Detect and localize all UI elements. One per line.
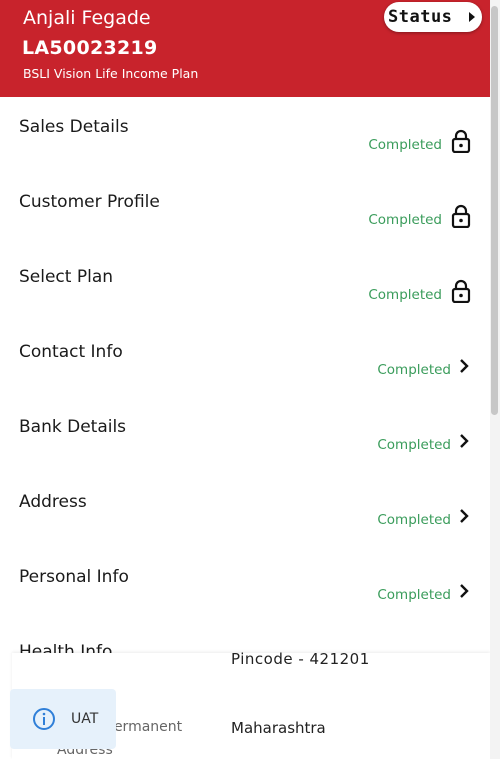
section-status: Completed [377,512,451,528]
environment-toast: UAT [10,689,116,749]
section-address[interactable]: Address Completed [0,472,490,547]
section-status: Completed [377,362,451,378]
scrollbar-thumb[interactable] [491,6,498,415]
info-icon [33,708,55,730]
chevron-right-icon [460,359,469,373]
header-bar: Anjali Fegade LA50023219 BSLI Vision Lif… [0,0,490,97]
section-title: Select Plan [19,267,114,287]
chevron-right-icon [460,509,469,523]
permanent-label: Permanent [106,719,183,735]
section-sales-details[interactable]: Sales Details Completed [0,97,490,172]
section-status: Completed [377,587,451,603]
section-personal-info[interactable]: Personal Info Completed [0,547,490,622]
section-status: Completed [368,212,442,228]
section-bank-details[interactable]: Bank Details Completed [0,397,490,472]
status-button-label: Status [388,7,453,27]
customer-name: Anjali Fegade [23,7,151,29]
pincode-value: Pincode - 421201 [231,650,370,668]
section-select-plan[interactable]: Select Plan Completed [0,247,490,322]
state-value: Maharashtra [231,719,326,737]
toast-text: UAT [71,711,99,727]
plan-name: BSLI Vision Life Income Plan [23,66,199,81]
section-title: Address [19,492,87,512]
section-title: Customer Profile [19,192,160,212]
section-status: Completed [368,137,442,153]
status-button[interactable]: Status [384,2,482,32]
section-status: Completed [368,287,442,303]
policy-number: LA50023219 [22,37,158,59]
section-title: Contact Info [19,342,123,362]
lock-icon [451,279,471,303]
section-title: Sales Details [19,117,129,137]
caret-right-icon [469,12,475,22]
section-status: Completed [377,437,451,453]
lock-icon [451,204,471,228]
chevron-right-icon [460,434,469,448]
chevron-right-icon [460,584,469,598]
section-contact-info[interactable]: Contact Info Completed [0,322,490,397]
section-customer-profile[interactable]: Customer Profile Completed [0,172,490,247]
section-title: Bank Details [19,417,127,437]
section-title: Personal Info [19,567,129,587]
lock-icon [451,129,471,153]
